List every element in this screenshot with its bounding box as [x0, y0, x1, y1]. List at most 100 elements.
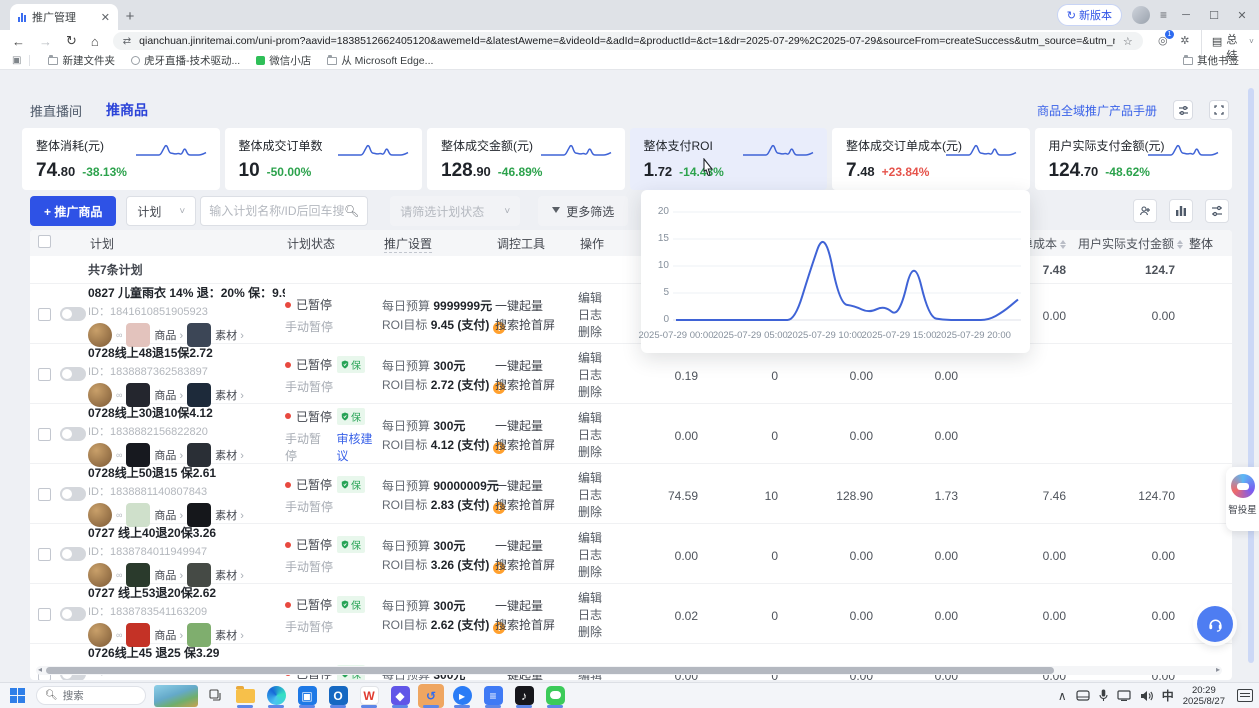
tab-live-room[interactable]: 推直播间: [30, 101, 82, 120]
tab-close-icon[interactable]: ✕: [101, 11, 110, 24]
taskbar-app-wechat[interactable]: [542, 684, 568, 708]
one-key-boost-link[interactable]: 一键起量: [495, 417, 578, 436]
metric-card[interactable]: 整体消耗(元) 74.80 -38.13%: [22, 128, 220, 190]
edit-link[interactable]: 编辑: [578, 530, 632, 547]
plan-title[interactable]: 0728线上48退15保2.72: [88, 344, 285, 361]
edit-link[interactable]: 编辑: [578, 290, 632, 307]
delete-link[interactable]: 删除: [578, 384, 632, 401]
material-link[interactable]: 素材 ›: [215, 507, 244, 523]
window-minimize-button[interactable]: ─: [1177, 9, 1195, 21]
bookmark-item[interactable]: 从 Microsoft Edge...: [319, 53, 441, 68]
edit-link[interactable]: 编辑: [578, 590, 632, 607]
window-maximize-button[interactable]: ☐: [1205, 9, 1223, 22]
new-version-button[interactable]: ↻新版本: [1057, 4, 1122, 26]
plan-title[interactable]: 0727 线上53退20保2.62: [88, 584, 285, 601]
other-bookmarks-button[interactable]: 其他书签: [1175, 53, 1247, 68]
settings-sliders-icon[interactable]: [1173, 100, 1193, 120]
one-key-boost-link[interactable]: 一键起量: [495, 297, 578, 316]
bookmark-item[interactable]: 新建文件夹: [40, 53, 123, 68]
taskbar-app-app-blue[interactable]: ≡: [480, 684, 506, 708]
reload-icon[interactable]: ↻: [66, 33, 77, 49]
log-link[interactable]: 日志: [578, 427, 632, 444]
taskbar-app-app-purple[interactable]: ◆: [387, 684, 413, 708]
taskbar-app-dingtalk[interactable]: ▸: [449, 684, 475, 708]
row-checkbox[interactable]: [38, 308, 51, 321]
customer-service-button[interactable]: [1197, 606, 1233, 642]
plan-title[interactable]: 0728线上50退15 保2.61: [88, 464, 285, 481]
one-key-boost-link[interactable]: 一键起量: [495, 597, 578, 616]
search-top-screen-link[interactable]: 搜索抢首屏: [495, 556, 578, 575]
product-link[interactable]: 商品 ›: [154, 387, 183, 403]
material-link[interactable]: 素材 ›: [215, 387, 244, 403]
metric-card[interactable]: 整体成交金额(元) 128.90 -46.89%: [427, 128, 625, 190]
filter-settings-icon[interactable]: [1205, 199, 1229, 223]
widgets-weather-thumbnail[interactable]: [154, 685, 198, 707]
ime-indicator[interactable]: 中: [1162, 687, 1174, 704]
reading-mode-icon[interactable]: ◎1: [1157, 34, 1169, 48]
window-close-button[interactable]: ✕: [1233, 9, 1251, 22]
site-info-icon[interactable]: ⇄: [123, 36, 131, 47]
one-key-boost-link[interactable]: 一键起量: [495, 477, 578, 496]
metric-card[interactable]: 整体成交订单成本(元) 7.48 +23.84%: [832, 128, 1030, 190]
metric-card[interactable]: 用户实际支付金额(元) 124.70 -48.62%: [1035, 128, 1233, 190]
row-enable-toggle[interactable]: [60, 487, 86, 501]
plan-title[interactable]: 0727 线上40退20保3.26: [88, 524, 285, 541]
bookmark-star-icon[interactable]: ☆: [1123, 35, 1133, 48]
volume-icon[interactable]: [1140, 690, 1153, 702]
browser-tab[interactable]: 推广管理 ✕: [10, 4, 118, 30]
search-icon[interactable]: 🔍︎: [344, 204, 359, 218]
share-account-icon[interactable]: [1133, 199, 1157, 223]
select-all-checkbox[interactable]: [38, 235, 51, 248]
extensions-icon[interactable]: ✲: [1179, 34, 1191, 48]
custom-columns-icon[interactable]: [1169, 199, 1193, 223]
edit-link[interactable]: 编辑: [578, 470, 632, 487]
row-enable-toggle[interactable]: [60, 607, 86, 621]
row-checkbox[interactable]: [38, 428, 51, 441]
product-link[interactable]: 商品 ›: [154, 627, 183, 643]
taskbar-app-app-active-qianchuan[interactable]: ↺: [418, 684, 444, 708]
plan-search-input[interactable]: [209, 204, 344, 218]
more-filters-button[interactable]: 更多筛选: [538, 196, 628, 226]
taskbar-search-box[interactable]: 🔍︎: [36, 686, 146, 705]
product-link[interactable]: 商品 ›: [154, 567, 183, 583]
material-link[interactable]: 素材 ›: [215, 327, 244, 343]
search-top-screen-link[interactable]: 搜索抢首屏: [495, 496, 578, 515]
row-enable-toggle[interactable]: [60, 307, 86, 321]
plan-type-select[interactable]: 计划˅: [126, 196, 196, 226]
fullscreen-icon[interactable]: [1209, 100, 1229, 120]
touchpad-icon[interactable]: [1076, 690, 1090, 701]
taskbar-app-outlook[interactable]: O: [325, 684, 351, 708]
scrollbar-thumb[interactable]: [46, 667, 1054, 674]
browser-profile-avatar[interactable]: [1132, 6, 1150, 24]
one-key-boost-link[interactable]: 一键起量: [495, 357, 578, 376]
scroll-left-arrow-icon[interactable]: ◂: [38, 665, 42, 674]
tab-promote-product[interactable]: 推商品: [106, 100, 148, 120]
search-top-screen-link[interactable]: 搜索抢首屏: [495, 376, 578, 395]
log-link[interactable]: 日志: [578, 547, 632, 564]
product-link[interactable]: 商品 ›: [154, 447, 183, 463]
row-checkbox[interactable]: [38, 488, 51, 501]
network-icon[interactable]: [1117, 690, 1131, 701]
material-link[interactable]: 素材 ›: [215, 447, 244, 463]
row-enable-toggle[interactable]: [60, 427, 86, 441]
sort-icon[interactable]: [1060, 240, 1066, 249]
forward-icon[interactable]: →: [39, 34, 52, 49]
plan-title[interactable]: 0726线上45 退25 保3.29: [88, 644, 285, 661]
back-icon[interactable]: ←: [12, 34, 25, 49]
metric-card[interactable]: 整体支付ROI 1.72 -14.43%: [630, 128, 828, 190]
bookmark-item[interactable]: 虎牙直播-技术驱动...: [123, 53, 248, 68]
taskbar-search-input[interactable]: [63, 690, 133, 702]
page-scrollbar[interactable]: [1248, 88, 1254, 663]
product-link[interactable]: 商品 ›: [154, 327, 183, 343]
notification-center-icon[interactable]: [1237, 689, 1253, 702]
delete-link[interactable]: 删除: [578, 504, 632, 521]
browser-menu-icon[interactable]: ≡: [1160, 8, 1167, 22]
search-top-screen-link[interactable]: 搜索抢首屏: [495, 436, 578, 455]
plan-title[interactable]: 0728线上30退10保4.12: [88, 404, 285, 421]
address-bar[interactable]: ⇄ qianchuan.jinritemai.com/uni-prom?aavi…: [113, 32, 1143, 50]
side-panel-icon[interactable]: ▣: [12, 55, 30, 66]
delete-link[interactable]: 删除: [578, 324, 632, 341]
plan-status-select[interactable]: 请筛选计划状态˅: [390, 196, 520, 226]
row-enable-toggle[interactable]: [60, 367, 86, 381]
one-key-boost-link[interactable]: 一键起量: [495, 537, 578, 556]
